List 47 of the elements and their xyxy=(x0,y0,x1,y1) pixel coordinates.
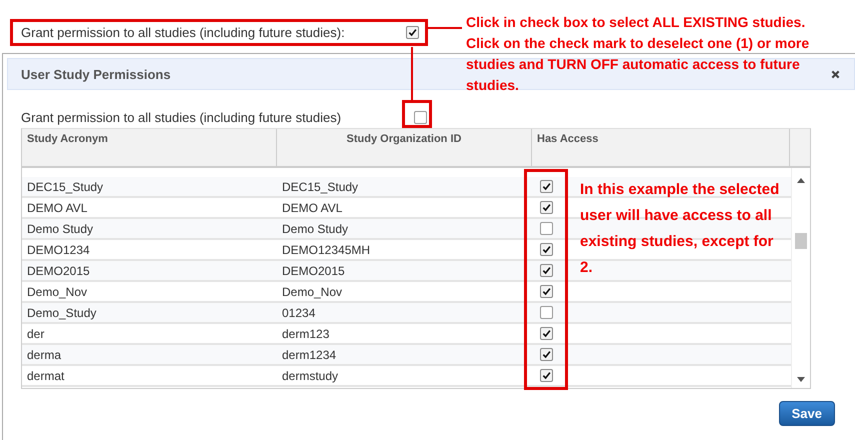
annotation-text: In this example the selected user will have access to all existing studies, except for 2. xyxy=(580,180,780,278)
scroll-thumb[interactable] xyxy=(795,233,807,249)
checkbox[interactable] xyxy=(540,264,553,277)
checkbox[interactable] xyxy=(540,285,553,298)
table-cell-text: derma xyxy=(26,346,62,364)
checkbox[interactable] xyxy=(406,26,419,39)
checkbox[interactable] xyxy=(540,369,553,382)
table-cell-text: DEC15_Study xyxy=(281,178,360,196)
checkbox[interactable] xyxy=(540,348,553,361)
highlight-frame xyxy=(402,100,432,128)
annotation-text: Click in check box to select ALL EXISTING studies. Click on the check mark to deselect one (1) or more studies and TURN OFF automatic access to future studies. xyxy=(466,13,810,95)
table-cell-text: DEMO AVL xyxy=(281,200,344,216)
table-cell-text: DEMO AVL xyxy=(26,200,88,216)
table-cell-text: Demo_Study xyxy=(26,304,98,322)
table-cell-text: der xyxy=(26,326,46,342)
checkbox[interactable] xyxy=(540,306,553,319)
table-cell-text: dermstudy xyxy=(281,368,340,384)
table-cell-text: derm1234 xyxy=(281,346,338,364)
table-cell-text: DEMO1234 xyxy=(26,242,91,258)
table-cell-text: DEC15_Study xyxy=(26,178,104,196)
scrollbar[interactable] xyxy=(791,168,810,388)
close-icon[interactable] xyxy=(831,70,840,78)
table-cell-text: Demo Study xyxy=(281,220,350,238)
checkbox[interactable] xyxy=(540,327,553,340)
table-cell-text: DEMO12345MH xyxy=(281,242,372,258)
scroll-down-icon[interactable] xyxy=(797,377,805,382)
checkbox[interactable] xyxy=(540,180,553,193)
table-cell-text: DEMO2015 xyxy=(26,262,91,280)
column-header[interactable]: Study Acronym xyxy=(22,129,277,166)
checkbox[interactable] xyxy=(540,243,553,256)
dialog-title: User Study Permissions xyxy=(21,66,171,82)
checkbox[interactable] xyxy=(540,222,553,235)
scroll-up-icon[interactable] xyxy=(797,178,805,183)
checkbox[interactable] xyxy=(540,201,553,214)
table-cell-text: DEMO2015 xyxy=(281,262,346,280)
table-cell-text: derm123 xyxy=(281,326,330,342)
table-cell-text: Demo Study xyxy=(26,220,94,238)
checkbox[interactable] xyxy=(414,110,427,124)
column-header[interactable]: Study Organization ID xyxy=(277,129,532,166)
column-header[interactable]: Has Access xyxy=(532,129,790,166)
table-cell-text: dermat xyxy=(26,368,66,384)
checkbox-label: Grant permission to all studies (including future studies): xyxy=(21,25,346,40)
save-button[interactable]: Save xyxy=(778,401,835,426)
table-cell-text: Demo_Nov xyxy=(26,284,88,300)
table-cell-text: Demo_Nov xyxy=(281,284,344,300)
table-cell-text: 01234 xyxy=(281,304,316,322)
checkbox-label: Grant permission to all studies (including future studies) xyxy=(21,110,342,124)
